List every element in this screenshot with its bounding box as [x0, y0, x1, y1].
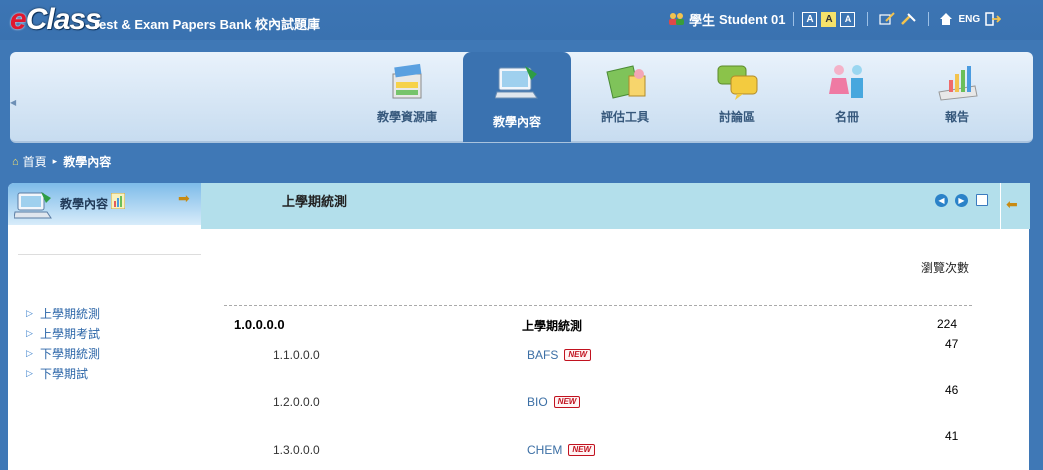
row-code: 1.1.0.0.0 [273, 348, 320, 362]
tab-assessment-tools[interactable]: 評估工具 [573, 52, 677, 141]
row-name: BIO NEW [527, 395, 581, 409]
forum-icon [717, 65, 758, 100]
font-size-small-button[interactable]: A [802, 11, 818, 27]
top-bar: eClass Test & Exam Papers Bank 校內試題庫 學生 … [0, 0, 1043, 40]
tab-teaching-content[interactable]: 教學內容 [463, 52, 571, 142]
triangle-right-icon: ▷ [26, 307, 33, 318]
tab-label: 討論區 [718, 110, 755, 124]
teaching-content-icon [495, 66, 538, 99]
new-badge: NEW [564, 349, 592, 361]
divider [224, 305, 972, 306]
arrow-right-icon[interactable]: ➡ [178, 190, 190, 207]
user-icon [669, 13, 684, 25]
subject-link[interactable]: BAFS [527, 348, 558, 362]
right-panel-toggle[interactable]: ⬅ [1000, 183, 1030, 229]
previous-icon[interactable]: ◀ [935, 194, 948, 207]
home-icon[interactable] [939, 12, 953, 26]
chart-icon[interactable] [111, 193, 125, 209]
list-item-label[interactable]: 上學期統測 [40, 305, 100, 322]
subject-link[interactable]: BIO [527, 395, 548, 409]
home-icon: ⌂ [12, 155, 19, 168]
triangle-right-icon: ▷ [26, 327, 33, 338]
row-code: 1.3.0.0.0 [273, 443, 320, 457]
logout-icon[interactable] [985, 12, 1002, 26]
nav-scroll-left-icon[interactable]: ◀ [10, 98, 16, 107]
system-title: Test & Exam Papers Bank 校內試題庫 [92, 17, 321, 32]
language-switch[interactable]: ENG [958, 14, 980, 25]
row-name: CHEM NEW [527, 443, 596, 457]
tab-label: 名冊 [834, 110, 859, 124]
breadcrumb: ⌂ 首頁 ▸ 教學內容 [12, 153, 111, 170]
font-size-large-button[interactable]: A [840, 11, 856, 27]
new-badge: NEW [568, 444, 596, 456]
window-icon[interactable] [976, 194, 988, 206]
tab-label: 報告 [944, 110, 969, 124]
resource-bank-icon [392, 63, 422, 99]
next-icon[interactable]: ▶ [955, 194, 968, 207]
divider [18, 254, 201, 255]
tab-label: 教學資源庫 [376, 110, 437, 124]
font-size-medium-button[interactable]: A [821, 11, 837, 27]
triangle-right-icon: ▷ [26, 347, 33, 358]
left-panel: 教學內容 ➡ ▷ 上學期統測 ▷ 上學期考試 ▷ 下學期統測 ▷ 下學期試 [8, 183, 201, 470]
row-view-count: 224 [937, 317, 958, 331]
list-item-label[interactable]: 下學期試 [40, 365, 88, 382]
main-header: 上學期統測 ◀ ▶ [201, 183, 1029, 229]
user-name: Student 01 [719, 11, 786, 27]
divider [928, 12, 930, 26]
eclass-logo[interactable]: eClass [10, 3, 102, 37]
list-item[interactable]: ▷ 上學期統測 [26, 303, 100, 323]
row-name: BAFS NEW [527, 348, 592, 362]
report-icon [938, 66, 978, 101]
teaching-content-icon [14, 192, 52, 219]
tab-roster[interactable]: 名冊 [795, 52, 899, 141]
list-item[interactable]: ▷ 上學期考試 [26, 323, 100, 343]
user-box: 學生 Student 01 A A A ENG [668, 9, 1003, 29]
user-role: 學生 [689, 12, 716, 28]
left-panel-list: ▷ 上學期統測 ▷ 上學期考試 ▷ 下學期統測 ▷ 下學期試 [26, 303, 100, 383]
left-panel-title: 教學內容 [60, 197, 109, 211]
row-code: 1.2.0.0.0 [273, 395, 320, 409]
assessment-tools-icon [606, 65, 646, 99]
roster-icon [829, 65, 863, 98]
main-content: 上學期統測 ◀ ▶ 瀏覽次數 1.0.0.0.0 上學期統測 224 47 1.… [201, 183, 1029, 470]
tab-report[interactable]: 報告 [905, 52, 1009, 141]
row-name: 上學期統測 [522, 319, 583, 333]
row-view-count: 41 [945, 429, 959, 443]
row-view-count: 46 [945, 383, 959, 397]
list-item[interactable]: ▷ 下學期試 [26, 363, 100, 383]
list-item-label[interactable]: 上學期考試 [40, 325, 100, 342]
tab-resource-bank[interactable]: 教學資源庫 [355, 52, 459, 141]
chevron-right-icon: ▸ [52, 156, 58, 166]
tools-icon[interactable] [900, 12, 918, 26]
breadcrumb-current: 教學內容 [63, 155, 112, 169]
list-item-label[interactable]: 下學期統測 [40, 345, 100, 362]
view-count-header: 瀏覽次數 [921, 261, 970, 275]
list-item[interactable]: ▷ 下學期統測 [26, 343, 100, 363]
tab-forum[interactable]: 討論區 [685, 52, 789, 141]
triangle-right-icon: ▷ [26, 367, 33, 378]
main-nav: ◀ 教學資源庫 教學內容 評估工具 討論區 名冊 報告 [10, 52, 1033, 143]
left-panel-header: 教學內容 ➡ [8, 183, 201, 225]
divider [793, 12, 795, 26]
row-code: 1.0.0.0.0 [234, 317, 285, 332]
edit-icon[interactable] [878, 12, 896, 26]
arrow-left-icon[interactable]: ⬅ [1006, 196, 1018, 213]
divider [867, 12, 869, 26]
row-view-count: 47 [945, 337, 959, 351]
breadcrumb-home-link[interactable]: 首頁 [23, 153, 47, 170]
page-title: 上學期統測 [282, 194, 348, 209]
new-badge: NEW [553, 396, 581, 408]
tab-label: 評估工具 [600, 110, 649, 124]
subject-link[interactable]: CHEM [527, 443, 562, 457]
tab-label: 教學內容 [492, 115, 541, 129]
